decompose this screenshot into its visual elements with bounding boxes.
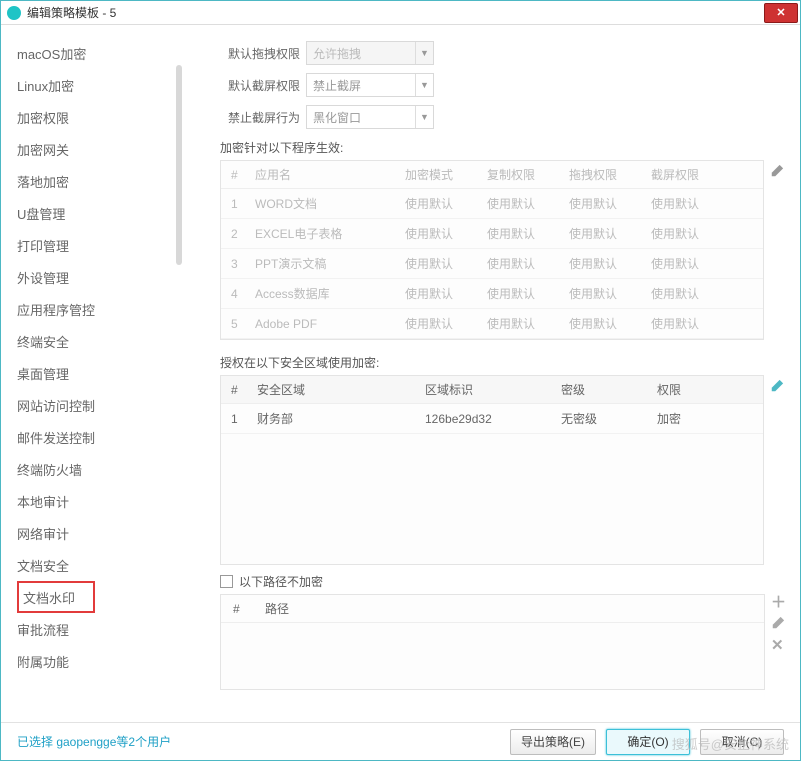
table-row[interactable]: 3PPT演示文稿使用默认使用默认使用默认使用默认 [221, 249, 763, 279]
apps-table: #应用名加密模式复制权限拖拽权限截屏权限 1WORD文档使用默认使用默认使用默认… [220, 160, 764, 340]
exclude-paths-label: 以下路径不加密 [239, 573, 323, 590]
exclude-paths-checkbox[interactable] [220, 575, 233, 588]
apps-header: #应用名加密模式复制权限拖拽权限截屏权限 [221, 161, 763, 189]
add-path-icon[interactable]: ＋ [771, 596, 786, 610]
paths-header: #路径 [221, 595, 764, 623]
zones-header: #安全区域区域标识密级权限 [221, 376, 763, 404]
capture-label: 默认截屏权限 [220, 77, 300, 94]
sidebar-item-web[interactable]: 网站访问控制 [17, 389, 184, 421]
delete-path-icon[interactable]: ✕ [771, 639, 786, 653]
title-bar: 编辑策略模板 - 5 ✕ [1, 1, 800, 25]
paths-table: #路径 [220, 594, 765, 690]
ok-button[interactable]: 确定(O) [606, 729, 690, 755]
footer: 已选择 gaopengge等2个用户 导出策略(E) 确定(O) 取消(C) [1, 722, 800, 760]
sidebar-item-firewall[interactable]: 终端防火墙 [17, 453, 184, 485]
sidebar-item-endpoint[interactable]: 终端安全 [17, 325, 184, 357]
sidebar-item-desktop[interactable]: 桌面管理 [17, 357, 184, 389]
status-text: 已选择 gaopengge等2个用户 [17, 733, 500, 750]
edit-path-icon[interactable] [771, 616, 786, 633]
sidebar-item-encrypt-perm[interactable]: 加密权限 [17, 101, 184, 133]
sidebar-item-macos[interactable]: macOS加密 [17, 37, 184, 69]
sidebar-item-landing[interactable]: 落地加密 [17, 165, 184, 197]
sidebar-item-watermark[interactable]: 文档水印 [17, 581, 95, 613]
table-row[interactable]: 4Access数据库使用默认使用默认使用默认使用默认 [221, 279, 763, 309]
zones-title: 授权在以下安全区域使用加密: [220, 354, 786, 371]
behavior-label: 禁止截屏行为 [220, 109, 300, 126]
drag-label: 默认拖拽权限 [220, 45, 300, 62]
apps-title: 加密针对以下程序生效: [220, 139, 786, 156]
drag-select[interactable]: 允许拖拽▼ [306, 41, 434, 65]
table-row[interactable]: 1财务部126be29d32无密级加密 [221, 404, 763, 434]
sidebar-item-linux[interactable]: Linux加密 [17, 69, 184, 101]
sidebar-item-mail[interactable]: 邮件发送控制 [17, 421, 184, 453]
sidebar-item-misc[interactable]: 附属功能 [17, 645, 184, 677]
edit-apps-icon[interactable] [770, 164, 786, 180]
sidebar-item-net-audit[interactable]: 网络审计 [17, 517, 184, 549]
edit-zones-icon[interactable] [770, 379, 786, 395]
sidebar-item-print[interactable]: 打印管理 [17, 229, 184, 261]
close-button[interactable]: ✕ [764, 3, 798, 23]
content-pane: 默认拖拽权限 允许拖拽▼ 默认截屏权限 禁止截屏▼ 禁止截屏行为 黑化窗口▼ 加… [184, 25, 800, 722]
sidebar-item-local-audit[interactable]: 本地审计 [17, 485, 184, 517]
export-button[interactable]: 导出策略(E) [510, 729, 596, 755]
window-title: 编辑策略模板 - 5 [27, 4, 764, 21]
sidebar-item-usb[interactable]: U盘管理 [17, 197, 184, 229]
chevron-down-icon: ▼ [415, 106, 433, 128]
sidebar-item-peripheral[interactable]: 外设管理 [17, 261, 184, 293]
capture-select[interactable]: 禁止截屏▼ [306, 73, 434, 97]
table-row[interactable]: 1WORD文档使用默认使用默认使用默认使用默认 [221, 189, 763, 219]
chevron-down-icon: ▼ [415, 42, 433, 64]
sidebar-item-gateway[interactable]: 加密网关 [17, 133, 184, 165]
behavior-select[interactable]: 黑化窗口▼ [306, 105, 434, 129]
sidebar-item-appctrl[interactable]: 应用程序管控 [17, 293, 184, 325]
zones-table: #安全区域区域标识密级权限 1财务部126be29d32无密级加密 [220, 375, 764, 565]
table-row[interactable]: 5Adobe PDF使用默认使用默认使用默认使用默认 [221, 309, 763, 339]
sidebar-item-approval[interactable]: 审批流程 [17, 613, 184, 645]
app-logo-icon [7, 6, 21, 20]
chevron-down-icon: ▼ [415, 74, 433, 96]
sidebar-item-doc-security[interactable]: 文档安全 [17, 549, 184, 581]
table-row[interactable]: 2EXCEL电子表格使用默认使用默认使用默认使用默认 [221, 219, 763, 249]
sidebar: macOS加密 Linux加密 加密权限 加密网关 落地加密 U盘管理 打印管理… [1, 25, 184, 722]
cancel-button[interactable]: 取消(C) [700, 729, 784, 755]
